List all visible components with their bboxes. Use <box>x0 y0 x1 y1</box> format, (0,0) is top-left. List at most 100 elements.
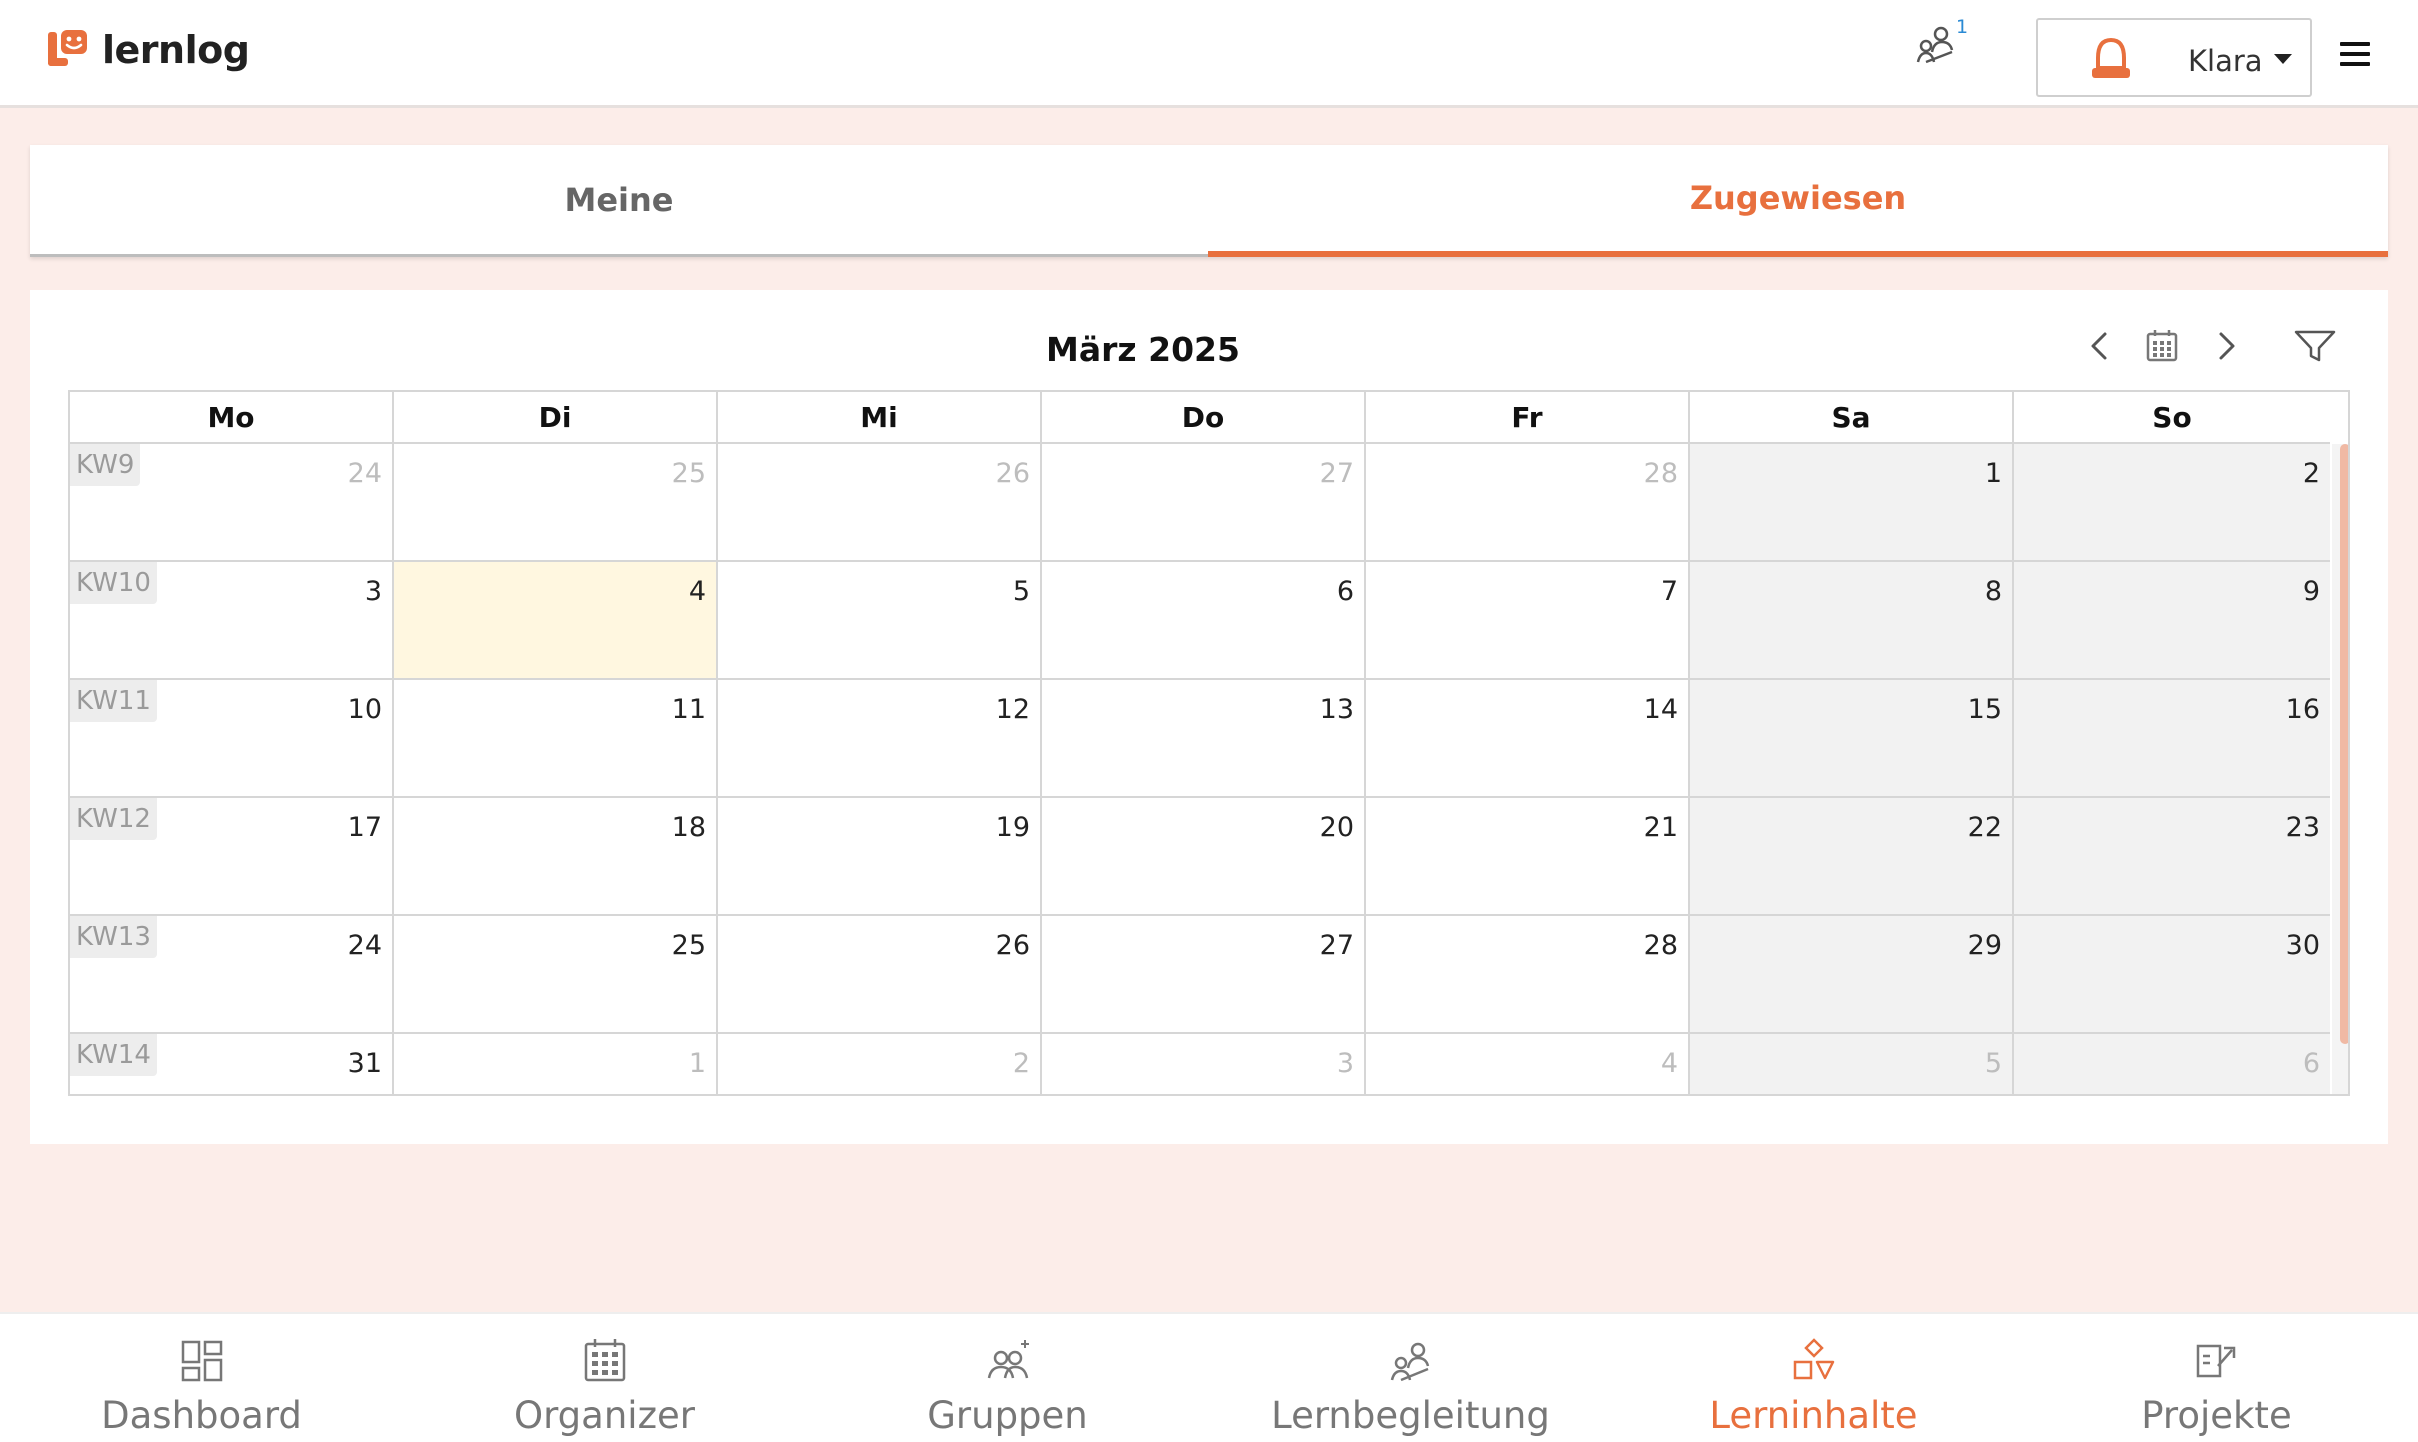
day-number: 5 <box>1984 1048 2002 1079</box>
day-number: 26 <box>995 930 1030 961</box>
nav-item-projekte[interactable]: Projekte <box>2015 1314 2418 1442</box>
day-cell[interactable]: KW11 10 <box>70 680 394 796</box>
tab-meine[interactable]: Meine <box>30 145 1208 257</box>
nav-label: Dashboard <box>101 1394 302 1437</box>
day-cell[interactable]: 16 <box>2014 680 2330 796</box>
day-cell[interactable]: 22 <box>1690 798 2014 914</box>
day-cell-today[interactable]: 4 <box>394 562 718 678</box>
weekday-label: Di <box>394 392 718 442</box>
day-cell[interactable]: 27 <box>1042 444 1366 560</box>
day-cell[interactable]: 27 <box>1042 916 1366 1032</box>
day-cell[interactable]: 29 <box>1690 916 2014 1032</box>
week-row: KW14 31 1 2 3 4 5 6 <box>70 1034 2330 1094</box>
day-cell[interactable]: 30 <box>2014 916 2330 1032</box>
chevron-down-icon <box>2274 54 2292 64</box>
scrollbar-thumb[interactable] <box>2340 444 2348 1044</box>
day-cell[interactable]: 7 <box>1366 562 1690 678</box>
nav-label: Lerninhalte <box>1709 1394 1918 1437</box>
mentor-icon <box>1386 1336 1436 1386</box>
weekday-label: Do <box>1042 392 1366 442</box>
day-cell[interactable]: 3 <box>1042 1034 1366 1094</box>
tab-bar: Meine Zugewiesen <box>30 145 2388 257</box>
day-cell[interactable]: 18 <box>394 798 718 914</box>
day-cell[interactable]: KW10 3 <box>70 562 394 678</box>
filter-icon <box>2294 330 2336 362</box>
day-number: 3 <box>364 576 382 607</box>
today-button[interactable] <box>2142 326 2182 366</box>
day-number: 8 <box>1984 576 2002 607</box>
day-cell[interactable]: 25 <box>394 916 718 1032</box>
notification-button[interactable]: 1 <box>1912 16 1972 80</box>
day-cell[interactable]: 13 <box>1042 680 1366 796</box>
nav-item-lerninhalte[interactable]: Lerninhalte <box>1612 1314 2015 1442</box>
day-cell[interactable]: 12 <box>718 680 1042 796</box>
day-cell[interactable]: 28 <box>1366 916 1690 1032</box>
day-cell[interactable]: 26 <box>718 916 1042 1032</box>
calendar-grid-icon <box>580 1336 630 1386</box>
day-cell[interactable]: 14 <box>1366 680 1690 796</box>
user-menu-dropdown[interactable]: Klara <box>2036 18 2312 97</box>
day-cell[interactable]: 25 <box>394 444 718 560</box>
day-cell[interactable]: 6 <box>1042 562 1366 678</box>
week-number-label: KW9 <box>70 444 141 486</box>
day-cell[interactable]: 2 <box>2014 444 2330 560</box>
day-cell[interactable]: 23 <box>2014 798 2330 914</box>
day-cell[interactable]: KW14 31 <box>70 1034 394 1094</box>
day-cell[interactable]: 26 <box>718 444 1042 560</box>
user-avatar-icon <box>2088 34 2134 84</box>
day-cell[interactable]: 15 <box>1690 680 2014 796</box>
week-number-label: KW10 <box>70 562 157 604</box>
nav-item-lernbegleitung[interactable]: Lernbegleitung <box>1209 1314 1612 1442</box>
day-cell[interactable]: 20 <box>1042 798 1366 914</box>
day-number: 30 <box>2285 930 2320 961</box>
nav-item-organizer[interactable]: Organizer <box>403 1314 806 1442</box>
chevron-left-icon <box>2091 332 2107 360</box>
calendar-card: März 2025 Mo Di Mi Do Fr Sa So KW9 24 25… <box>30 290 2388 1144</box>
nav-item-dashboard[interactable]: Dashboard <box>0 1314 403 1442</box>
chevron-right-icon <box>2219 332 2235 360</box>
nav-label: Gruppen <box>927 1394 1088 1437</box>
day-cell[interactable]: 4 <box>1366 1034 1690 1094</box>
filter-button[interactable] <box>2292 326 2342 366</box>
nav-item-gruppen[interactable]: Gruppen <box>806 1314 1209 1442</box>
notification-count: 1 <box>1956 16 1969 38</box>
weekday-label: Mo <box>70 392 394 442</box>
day-number: 14 <box>1643 694 1678 725</box>
day-cell[interactable]: 8 <box>1690 562 2014 678</box>
hamburger-menu-icon[interactable] <box>2340 42 2370 66</box>
day-cell[interactable]: 5 <box>1690 1034 2014 1094</box>
day-number: 2 <box>1012 1048 1030 1079</box>
day-number: 26 <box>995 458 1030 489</box>
day-number: 17 <box>347 812 382 843</box>
app-name: lernlog <box>102 28 250 72</box>
day-number: 16 <box>2285 694 2320 725</box>
calendar-weeks: KW9 24 25 26 27 28 1 2 KW10 3 4 5 6 7 8 9 KW11 10 11 12 13 14… <box>70 444 2330 1094</box>
app-logo[interactable]: lernlog <box>46 28 250 72</box>
tab-zugewiesen[interactable]: Zugewiesen <box>1208 145 2388 257</box>
day-cell[interactable]: 1 <box>394 1034 718 1094</box>
day-number: 7 <box>1660 576 1678 607</box>
nav-label: Projekte <box>2141 1394 2292 1437</box>
day-cell[interactable]: 11 <box>394 680 718 796</box>
day-number: 13 <box>1319 694 1354 725</box>
day-cell[interactable]: 21 <box>1366 798 1690 914</box>
day-cell[interactable]: 6 <box>2014 1034 2330 1094</box>
day-cell[interactable]: KW9 24 <box>70 444 394 560</box>
next-month-button[interactable] <box>2206 326 2246 366</box>
day-cell[interactable]: 1 <box>1690 444 2014 560</box>
day-cell[interactable]: 5 <box>718 562 1042 678</box>
week-number-label: KW14 <box>70 1034 157 1076</box>
day-number: 9 <box>2302 576 2320 607</box>
day-cell[interactable]: 28 <box>1366 444 1690 560</box>
calendar-title: März 2025 <box>1046 330 1240 369</box>
day-cell[interactable]: 19 <box>718 798 1042 914</box>
weekday-label: So <box>2152 400 2192 434</box>
day-cell[interactable]: 2 <box>718 1034 1042 1094</box>
previous-month-button[interactable] <box>2080 326 2120 366</box>
day-cell[interactable]: KW13 24 <box>70 916 394 1032</box>
day-cell[interactable]: 9 <box>2014 562 2330 678</box>
day-number: 15 <box>1967 694 2002 725</box>
day-cell[interactable]: KW12 17 <box>70 798 394 914</box>
day-number: 1 <box>1984 458 2002 489</box>
nav-label: Lernbegleitung <box>1271 1394 1550 1437</box>
